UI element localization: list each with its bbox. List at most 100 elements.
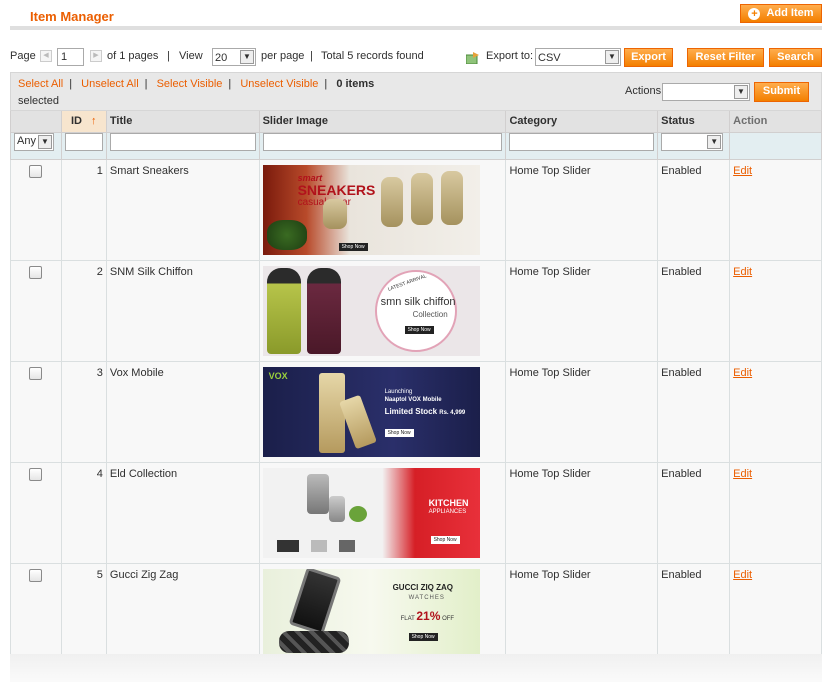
edit-link[interactable]: Edit: [733, 468, 752, 480]
edit-link[interactable]: Edit: [733, 165, 752, 177]
slide-text: Naaptol VOX Mobile: [384, 396, 442, 403]
col-title-header[interactable]: Title: [105, 111, 260, 133]
mixer-graphic: [328, 495, 345, 522]
mixer-graphic: [306, 473, 329, 514]
select-all-link[interactable]: Select All: [18, 78, 63, 90]
chevron-down-icon: ▼: [240, 50, 254, 64]
per-page-label: per page: [261, 50, 305, 62]
mass-action-bar: Select All | Unselect All | Select Visible…: [10, 72, 822, 111]
actions-label: Actions: [625, 85, 662, 97]
slider-image-vox: VOX Launching Naaptol VOX Mobile Limited…: [262, 366, 480, 457]
slider-image-chiffon: LATEST ARRIVAL smn silk chiffon Collecti…: [262, 265, 480, 356]
tree-graphic: [266, 219, 307, 250]
per-page-value: 20: [215, 52, 228, 64]
shop-now-label: Shop Now: [404, 325, 434, 334]
export-format-value: CSV: [538, 52, 561, 64]
select-visible-link[interactable]: Select Visible: [157, 78, 223, 90]
status-filter-select[interactable]: ▼: [661, 132, 724, 151]
actions-select[interactable]: ▼: [662, 83, 750, 101]
row-title: SNM Silk Chiffon: [105, 259, 260, 362]
image-filter-input[interactable]: [262, 132, 503, 151]
slide-text: smn silk chiffon: [380, 295, 456, 308]
export-label: Export to:: [486, 50, 534, 62]
total-records: Total 5 records found: [321, 50, 424, 62]
col-status-header[interactable]: Status: [657, 111, 731, 133]
model-graphic: [306, 267, 341, 354]
row-checkbox[interactable]: [29, 366, 43, 380]
row-status: Enabled: [657, 360, 731, 463]
col-id-header[interactable]: ID ↑: [60, 111, 107, 133]
add-item-button[interactable]: + Add Item: [740, 4, 822, 23]
row-title: Eld Collection: [105, 461, 260, 564]
reset-filter-button[interactable]: Reset Filter: [687, 48, 764, 67]
export-button[interactable]: Export: [624, 48, 673, 67]
submit-button[interactable]: Submit: [754, 82, 809, 102]
category-filter-input[interactable]: [509, 132, 655, 151]
brand-logo: VOX: [268, 370, 288, 381]
slide-text: SNEAKERS: [297, 181, 376, 198]
col-checkbox: [10, 111, 62, 133]
export-format-select[interactable]: CSV ▼: [535, 48, 621, 66]
row-checkbox[interactable]: [29, 164, 43, 178]
row-status: Enabled: [657, 158, 731, 261]
row-category: Home Top Slider: [505, 158, 659, 261]
page-label: Page: [10, 50, 36, 62]
edit-link[interactable]: Edit: [733, 367, 752, 379]
phone-graphic: [318, 372, 345, 453]
prev-page-icon[interactable]: ◀: [40, 50, 52, 62]
row-category: Home Top Slider: [505, 562, 659, 665]
next-page-icon[interactable]: ▶: [90, 50, 102, 62]
table-row: 5 Gucci Zig Zag GUCCI ZIQ ZAQ WATCHES FL…: [10, 562, 822, 665]
row-title: Gucci Zig Zag: [105, 562, 260, 665]
row-checkbox[interactable]: [29, 265, 43, 279]
export-icon: [466, 52, 479, 64]
slider-image-sneakers: smart SNEAKERS casual wear Shop Now: [262, 164, 480, 255]
slider-image-watch: GUCCI ZIQ ZAQ WATCHES FLAT 21% OFF Shop …: [262, 568, 480, 659]
slide-text: Limited Stock: [384, 406, 438, 416]
appliance-thumb: [276, 539, 299, 552]
page-title: Item Manager: [30, 9, 114, 24]
page-header: Item Manager: [10, 0, 822, 30]
slide-text: OFF: [442, 615, 455, 622]
of-pages-text: of 1 pages: [107, 50, 159, 62]
slide-text: FLAT: [400, 615, 415, 622]
per-page-select[interactable]: 20 ▼: [212, 48, 256, 66]
title-filter-input[interactable]: [109, 132, 256, 151]
selected-text: selected: [18, 95, 59, 107]
page-input[interactable]: 1: [57, 48, 84, 66]
shop-now-label: Shop Now: [408, 632, 438, 641]
chevron-down-icon: ▼: [734, 85, 748, 99]
chevron-down-icon: ▼: [707, 134, 722, 149]
add-item-label: Add Item: [766, 7, 814, 19]
shoe-graphic: [410, 172, 433, 225]
items-grid: ID ↑ Title Slider Image Category Status …: [10, 111, 822, 665]
row-id: 1: [60, 158, 107, 261]
edit-link[interactable]: Edit: [733, 569, 752, 581]
shop-now-label: Shop Now: [430, 535, 460, 544]
search-button[interactable]: Search: [769, 48, 822, 67]
filter-row: Any ▼ ▼: [10, 131, 822, 160]
shop-now-label: Shop Now: [384, 428, 414, 437]
row-status: Enabled: [657, 461, 731, 564]
slide-text: Collection: [412, 309, 448, 319]
row-checkbox[interactable]: [29, 467, 43, 481]
edit-link[interactable]: Edit: [733, 266, 752, 278]
id-filter-input[interactable]: [64, 132, 103, 151]
col-image-header[interactable]: Slider Image: [258, 111, 507, 133]
strap-graphic: [278, 630, 349, 653]
table-row: 2 SNM Silk Chiffon LATEST ARRIVAL smn si…: [10, 259, 822, 362]
row-id: 3: [60, 360, 107, 463]
slide-text: APPLIANCES: [428, 508, 467, 515]
unselect-visible-link[interactable]: Unselect Visible: [240, 78, 318, 90]
col-category-header[interactable]: Category: [505, 111, 659, 133]
view-label: View: [179, 50, 203, 62]
row-checkbox[interactable]: [29, 568, 43, 582]
appliance-thumb: [310, 539, 327, 552]
table-row: 4 Eld Collection KITCHEN APPLIANCES Shop…: [10, 461, 822, 564]
slider-image-kitchen: KITCHEN APPLIANCES Shop Now: [262, 467, 480, 558]
any-select[interactable]: Any ▼: [14, 132, 54, 151]
footer-bar: [10, 654, 822, 682]
unselect-all-link[interactable]: Unselect All: [81, 78, 138, 90]
slide-text: KITCHEN: [428, 497, 469, 508]
slide-text: WATCHES: [408, 594, 445, 601]
